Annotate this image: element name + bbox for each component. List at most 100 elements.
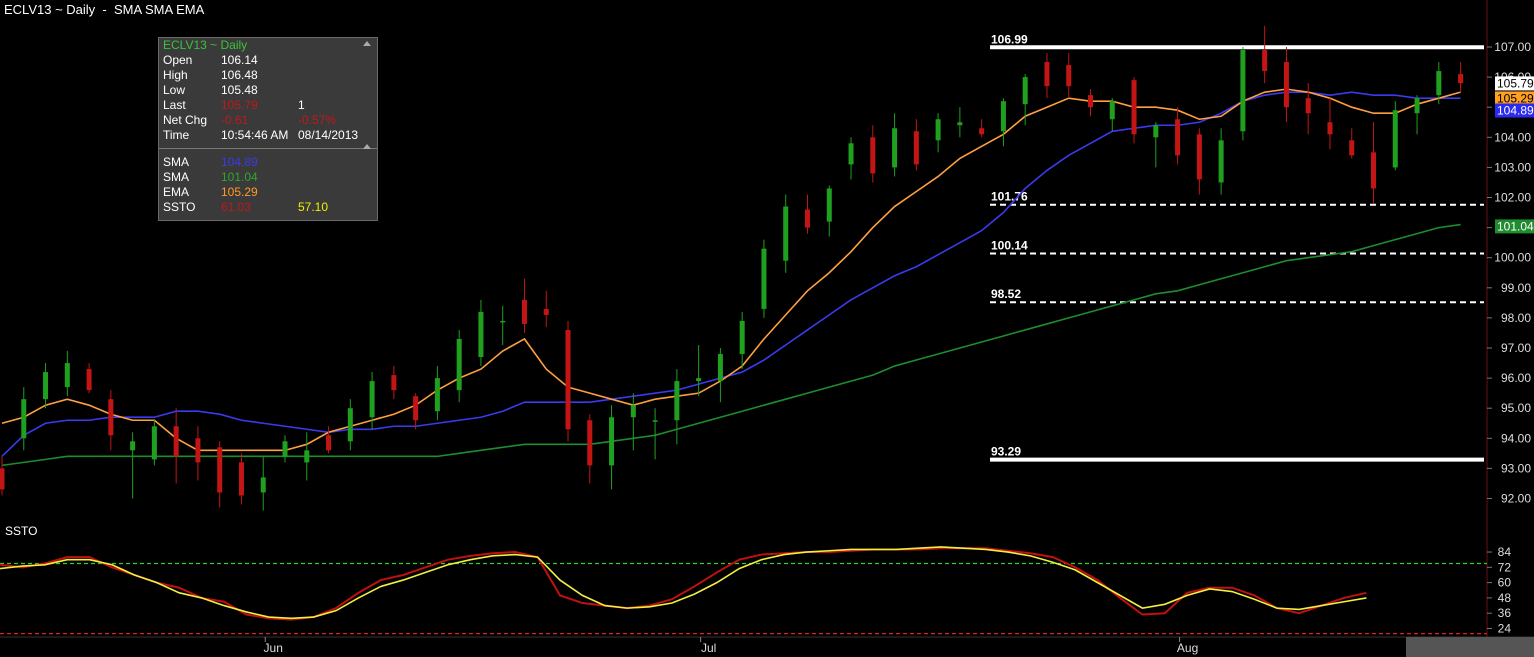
candle-body[interactable] [260,477,266,493]
quote-panel[interactable]: ECLV13 ~ Daily Open 106.14 High 106.48 L… [158,37,378,221]
candle-body[interactable] [979,128,985,135]
quote-row-last: Last 105.79 1 [159,98,377,113]
candle-body[interactable] [1044,62,1050,87]
study-value: 104.89 [221,155,258,169]
collapse-icon[interactable] [363,41,371,46]
candle-body[interactable] [739,320,745,355]
candle-body[interactable] [369,381,375,418]
candle-body[interactable] [935,119,941,141]
price-tick-label: 102.00 [1494,191,1531,205]
quote-label: Open [163,53,193,67]
quote-label: Low [163,83,186,97]
candle-body[interactable] [957,122,963,126]
candle-body[interactable] [826,188,832,222]
candle-body[interactable] [804,209,810,228]
candle-body[interactable] [1218,140,1224,183]
candle-body[interactable] [1436,71,1442,96]
candle-body[interactable] [391,375,397,391]
candle-body[interactable] [217,447,223,493]
quote-row-low: Low 105.48 [159,83,377,98]
candle-body[interactable] [64,363,70,388]
candle-body[interactable] [1000,101,1006,132]
candle-body[interactable] [347,408,353,442]
candle-body[interactable] [108,399,114,436]
candle-body[interactable] [913,131,919,165]
candle-body[interactable] [630,405,636,418]
candle-body[interactable] [304,450,310,463]
candle-body[interactable] [478,311,484,358]
candle-body[interactable] [413,396,419,421]
candle-body[interactable] [696,378,702,382]
quote-value: 106.14 [221,53,258,67]
candle-body[interactable] [326,435,332,451]
candle-body[interactable] [1088,95,1093,108]
candle-body[interactable] [783,206,789,261]
study-label: SMA [163,155,190,169]
candle-body[interactable] [1175,119,1181,156]
candle-body[interactable] [1414,98,1420,114]
collapse-icon[interactable] [363,144,371,149]
candle-body[interactable] [587,420,593,466]
candle-body[interactable] [848,143,854,165]
candle-body[interactable] [521,299,527,324]
quote-value: 106.48 [221,68,258,82]
candle-body[interactable] [21,399,27,439]
candle-body[interactable] [717,354,723,382]
candle-body[interactable] [151,426,157,460]
study-label: SSTO [163,200,196,214]
quote-row-time: Time 10:54:46 AM 08/14/2013 [159,128,377,143]
candle-body[interactable] [0,468,5,490]
candle-body[interactable] [609,417,615,466]
quote-panel-header[interactable]: ECLV13 ~ Daily [159,38,377,53]
candle-body[interactable] [238,462,244,496]
study-row-ssto: SSTO 61.03 57.10 [159,200,377,215]
candle-body[interactable] [870,137,876,174]
horizontal-scrollbar[interactable] [1406,637,1534,657]
ssto-tick-label: 60 [1498,576,1512,590]
candle-body[interactable] [674,381,680,421]
candle-body[interactable] [761,248,767,309]
candle-body[interactable] [282,441,288,457]
candle-body[interactable] [892,128,898,168]
candle-body[interactable] [1327,122,1333,135]
candle-body[interactable] [1371,152,1377,189]
candle-body[interactable] [1153,125,1159,138]
price-tick-label: 95.00 [1501,401,1531,415]
candle-body[interactable] [1283,62,1289,108]
ssto-tick-label: 48 [1498,591,1512,605]
candle-body[interactable] [1458,74,1464,84]
candle-body[interactable] [652,420,658,422]
candle-body[interactable] [543,308,549,315]
candle-body[interactable] [1305,98,1311,114]
candle-body[interactable] [1349,140,1355,156]
ssto-tick-label: 36 [1498,606,1512,620]
candle-body[interactable] [1022,77,1028,105]
quote-last-size: 1 [298,98,305,112]
candle-body[interactable] [565,329,571,430]
ssto-tick-label: 72 [1498,560,1512,574]
candle-body[interactable] [500,320,506,323]
candle-body[interactable] [1109,101,1115,120]
candle-body[interactable] [434,378,440,412]
candle-body[interactable] [130,441,136,451]
candle-body[interactable] [1066,65,1072,87]
candle-body[interactable] [1240,50,1246,132]
candle-body[interactable] [1196,134,1202,180]
price-tick-label: 99.00 [1501,281,1531,295]
candle-body[interactable] [1131,80,1137,135]
candle-body[interactable] [173,426,179,457]
candle-body[interactable] [195,438,201,463]
price-tick-label: 104.00 [1494,130,1531,144]
ssto-k-line [0,547,1367,621]
quote-divider [159,144,377,149]
candle-body[interactable] [1262,50,1268,72]
study-value-d: 57.10 [298,200,329,214]
ssto-tick-label: 24 [1498,622,1512,636]
level-label: 98.52 [991,287,1021,301]
candle-body[interactable] [1392,110,1398,168]
quote-label: Net Chg [163,113,208,127]
quote-label: Time [163,128,190,142]
candle-body[interactable] [86,369,92,391]
candle-body[interactable] [456,338,462,391]
candle-body[interactable] [43,372,49,400]
